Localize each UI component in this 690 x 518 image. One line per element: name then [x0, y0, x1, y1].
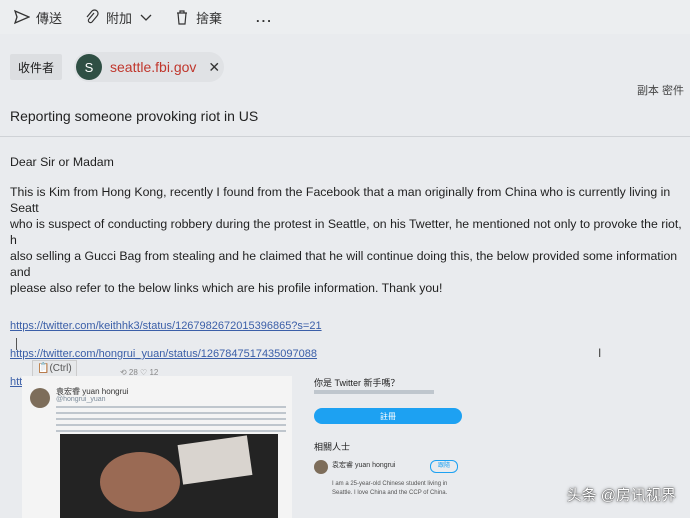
clipboard-icon: 📋 — [37, 363, 50, 374]
paperclip-icon — [86, 9, 99, 24]
compose-toolbar: 傳送 附加 捨棄 ... — [0, 0, 690, 34]
discard-button[interactable]: 捨棄 — [174, 8, 222, 27]
tweet-photo — [60, 434, 278, 518]
recipient-avatar: S — [76, 54, 102, 80]
message-paragraph: This is Kim from Hong Kong, recently I f… — [10, 185, 682, 295]
link-twitter-1[interactable]: https://twitter.com/keithhk3/status/1267… — [10, 318, 690, 334]
tweet-stats: ⟲ 28 ♡ 12 — [120, 368, 159, 377]
paste-options-button[interactable]: 📋(Ctrl) — [32, 360, 77, 377]
send-icon — [14, 9, 30, 25]
subject-field[interactable]: Reporting someone provoking riot in US — [10, 108, 258, 124]
twitter-sidebar: 你是 Twitter 新手嗎？ 註冊 相關人士 袁宏睿 yuan hongrui… — [306, 372, 506, 518]
send-button[interactable]: 傳送 — [14, 8, 62, 27]
embedded-tweet: ⟲ 28 ♡ 12 袁宏睿 yuan hongrui @hongrui_yuan — [22, 368, 292, 518]
tweet-text-blurred — [56, 406, 286, 432]
more-options-button[interactable]: ... — [256, 10, 273, 25]
cc-bcc-links[interactable]: 副本 密件 — [637, 82, 684, 98]
new-to-twitter-subtitle — [314, 390, 434, 394]
attach-label: 附加 — [106, 10, 133, 26]
paste-hint: (Ctrl) — [49, 363, 72, 374]
avatar — [314, 460, 328, 474]
recipients-row: 收件者 S seattle.fbi.gov ✕ 副本 密件 — [0, 46, 690, 97]
text-caret — [16, 338, 17, 350]
link-twitter-2[interactable]: https://twitter.com/hongrui_yuan/status/… — [10, 346, 690, 362]
chevron-down-icon — [140, 14, 152, 21]
avatar — [30, 388, 50, 408]
attach-button[interactable]: 附加 — [84, 8, 160, 27]
recipient-chip[interactable]: S seattle.fbi.gov ✕ — [74, 52, 224, 82]
tweet-author-handle: @hongrui_yuan — [56, 396, 106, 403]
follow-button[interactable]: 跟隨 — [430, 460, 458, 473]
photo-object — [177, 435, 253, 485]
message-body[interactable]: Dear Sir or Madam This is Kim from Hong … — [10, 154, 690, 390]
close-icon[interactable]: ✕ — [208, 59, 220, 76]
photo-plate — [100, 452, 180, 512]
greeting: Dear Sir or Madam — [10, 155, 114, 169]
watermark: 头条 @房讯视界 — [566, 487, 676, 504]
discard-label: 捨棄 — [196, 10, 223, 26]
to-button[interactable]: 收件者 — [10, 54, 62, 80]
recipient-address: seattle.fbi.gov — [110, 59, 197, 75]
ibeam-cursor-icon: I — [598, 346, 602, 360]
related-person-name: 袁宏睿 yuan hongrui — [332, 462, 396, 469]
signup-button[interactable]: 註冊 — [314, 408, 462, 424]
divider — [0, 136, 690, 137]
related-people-title: 相關人士 — [314, 442, 351, 452]
trash-icon — [177, 10, 188, 25]
related-person-bio: I am a 25-year-old Chinese student livin… — [332, 481, 448, 496]
send-label: 傳送 — [36, 10, 63, 26]
new-to-twitter-title: 你是 Twitter 新手嗎？ — [314, 378, 400, 388]
